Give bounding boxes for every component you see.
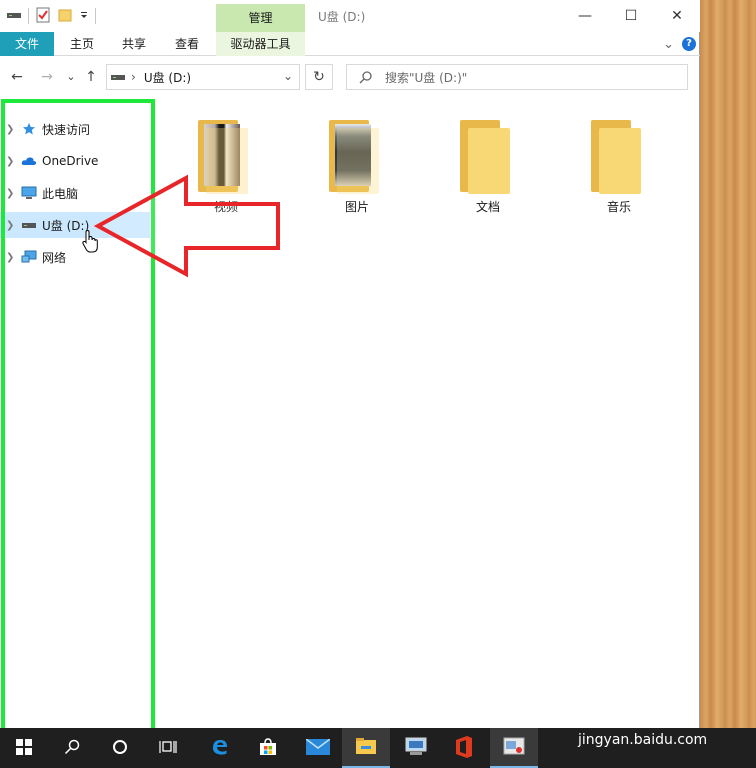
expand-arrow-icon[interactable]: ❯ [6, 220, 20, 231]
drive-icon[interactable] [6, 9, 22, 24]
taskbar-app-remote-desktop[interactable] [392, 728, 440, 768]
folder-icon [456, 116, 520, 194]
search-input[interactable]: 搜索"U盘 (D:)" [385, 69, 467, 86]
window-title: U盘 (D:) [318, 10, 366, 24]
task-view-icon [159, 739, 177, 758]
cortana-icon [112, 739, 128, 758]
toolbar-separator [95, 8, 96, 24]
drive-icon [111, 72, 125, 82]
nav-item-quick-access[interactable]: ❯ 快速访问 [0, 116, 150, 142]
new-folder-icon[interactable] [57, 7, 73, 26]
taskbar-app-active-window[interactable] [490, 728, 538, 768]
folder-label: 图片 [344, 200, 369, 214]
folder-item[interactable]: 图片 [307, 116, 407, 226]
task-view-button[interactable] [144, 728, 192, 768]
nav-item-label: 此电脑 [42, 186, 79, 201]
tab-share[interactable]: 共享 [112, 32, 156, 56]
customize-toolbar-icon[interactable] [79, 9, 89, 23]
folder-item[interactable]: 音乐 [569, 116, 669, 226]
expand-arrow-icon[interactable]: ❯ [6, 252, 20, 263]
watermark-url: jingyan.baidu.com [578, 732, 708, 748]
taskbar-app-edge[interactable] [196, 728, 244, 768]
chevron-down-icon[interactable]: ⌄ [663, 37, 674, 52]
address-path[interactable]: U盘 (D:) [144, 69, 191, 86]
properties-icon[interactable] [35, 7, 51, 26]
taskbar-app-office[interactable] [440, 728, 488, 768]
search-icon [64, 739, 80, 758]
tab-file[interactable]: 文件 [0, 32, 54, 56]
forward-button[interactable]: → [38, 68, 56, 86]
address-bar[interactable]: › U盘 (D:) ⌄ [106, 64, 300, 90]
ribbon-tabs: 文件 主页 共享 查看 驱动器工具 ⌄ ? [0, 32, 700, 56]
close-button[interactable]: ✕ [654, 0, 700, 32]
back-button[interactable]: ← [8, 68, 26, 86]
title-bar: 管理 U盘 (D:) — ☐ ✕ [0, 0, 700, 32]
quick-access-toolbar [6, 6, 96, 26]
nav-item-label: 快速访问 [42, 122, 91, 137]
refresh-button[interactable]: ↻ [305, 64, 333, 90]
search-icon [359, 70, 373, 84]
folder-label: 音乐 [606, 200, 631, 214]
cloud-icon [20, 156, 38, 166]
folder-icon [587, 116, 651, 194]
folder-icon [325, 116, 389, 194]
nav-item-label: OneDrive [42, 154, 99, 168]
expand-arrow-icon[interactable]: ❯ [6, 124, 20, 135]
window-app-icon [503, 737, 525, 758]
start-button[interactable] [0, 728, 48, 768]
nav-item-onedrive[interactable]: ❯ OneDrive [0, 148, 150, 174]
search-box[interactable]: 搜索"U盘 (D:)" [346, 64, 688, 90]
path-separator: › [131, 70, 136, 84]
mail-icon [305, 737, 331, 758]
edge-icon [210, 737, 230, 760]
context-tab-manage[interactable]: 管理 [216, 4, 305, 32]
file-explorer-icon [355, 737, 377, 758]
expand-arrow-icon[interactable]: ❯ [6, 188, 20, 199]
recent-locations-button[interactable]: ⌄ [62, 68, 80, 86]
windows-logo-icon [16, 738, 32, 758]
star-icon [20, 122, 38, 136]
tab-view[interactable]: 查看 [165, 32, 209, 56]
store-icon [259, 737, 277, 759]
help-icon[interactable]: ? [682, 37, 696, 51]
taskbar-app-store[interactable] [244, 728, 292, 768]
toolbar-separator [28, 8, 29, 24]
folder-label: 文档 [475, 200, 500, 214]
up-button[interactable]: ↑ [82, 68, 100, 86]
baidu-watermark: Baidu经验 jingyan.baidu.com [576, 700, 756, 760]
folder-front [599, 128, 641, 194]
tab-home[interactable]: 主页 [60, 32, 104, 56]
nav-item-label: 网络 [42, 250, 67, 265]
navigation-bar: ← → ⌄ ↑ › U盘 (D:) ⌄ ↻ 搜索"U盘 (D:)" [0, 56, 700, 98]
red-arrow-annotation [94, 174, 280, 278]
maximize-button[interactable]: ☐ [608, 0, 654, 32]
folder-front [337, 128, 379, 194]
cortana-button[interactable] [96, 728, 144, 768]
drive-icon [20, 220, 38, 230]
expand-arrow-icon[interactable]: ❯ [6, 156, 20, 167]
ribbon-controls: ⌄ ? [663, 34, 700, 54]
network-icon [20, 250, 38, 264]
office-icon [454, 735, 474, 761]
desktop-wallpaper [700, 0, 756, 728]
search-button[interactable] [48, 728, 96, 768]
remote-desktop-icon [404, 737, 428, 760]
address-dropdown-button[interactable]: ⌄ [283, 69, 293, 83]
folder-front [468, 128, 510, 194]
taskbar-app-mail[interactable] [294, 728, 342, 768]
folder-item[interactable]: 文档 [438, 116, 538, 226]
computer-icon [20, 186, 38, 200]
file-explorer-window: 管理 U盘 (D:) — ☐ ✕ 文件 主页 共享 查看 驱动器工具 ⌄ ? ←… [0, 0, 700, 728]
minimize-button[interactable]: — [562, 0, 608, 32]
tab-drive-tools[interactable]: 驱动器工具 [216, 32, 305, 56]
watermark-logo: Baidu经验 [576, 706, 698, 731]
taskbar-app-file-explorer[interactable] [342, 728, 390, 768]
